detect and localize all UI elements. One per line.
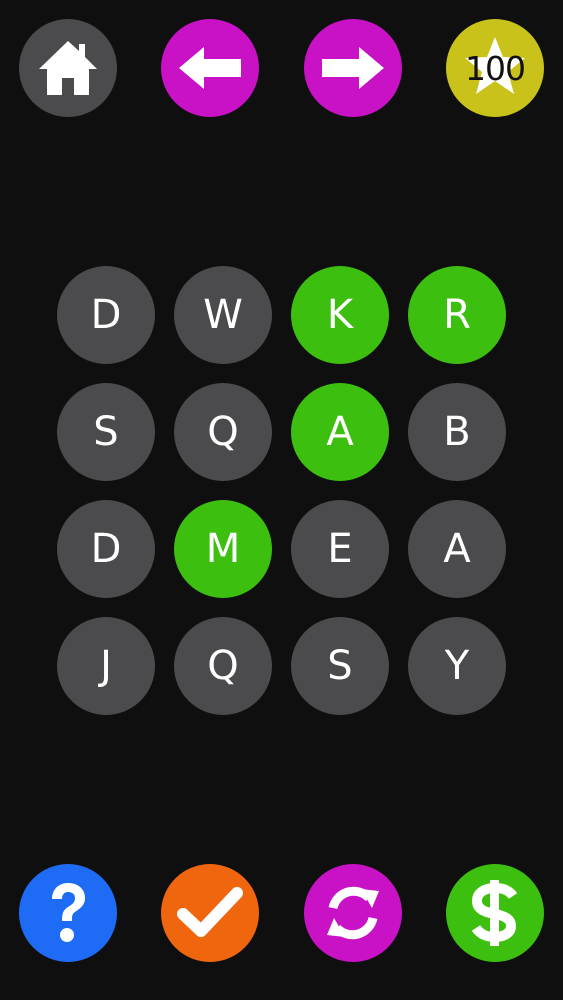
shuffle-button[interactable]	[304, 864, 402, 962]
letter-tile[interactable]: Q	[174, 383, 272, 481]
arrow-right-icon	[320, 45, 386, 91]
letter-tile[interactable]: S	[291, 617, 389, 715]
letter-tile[interactable]: D	[57, 266, 155, 364]
letter-tile[interactable]: Q	[174, 617, 272, 715]
letter-tile[interactable]: S	[57, 383, 155, 481]
question-mark-icon	[46, 881, 90, 945]
letter-grid: DWKRSQABDMEAJQSY	[57, 266, 507, 716]
refresh-icon	[321, 881, 385, 945]
home-button[interactable]	[19, 19, 117, 117]
home-icon	[36, 38, 100, 98]
letter-tile[interactable]: R	[408, 266, 506, 364]
letter-tile[interactable]: A	[291, 383, 389, 481]
shop-button[interactable]	[446, 864, 544, 962]
coin-count: 100	[465, 48, 526, 88]
letter-tile[interactable]: Y	[408, 617, 506, 715]
letter-tile[interactable]: W	[174, 266, 272, 364]
letter-tile[interactable]: A	[408, 500, 506, 598]
letter-tile[interactable]: M	[174, 500, 272, 598]
letter-tile[interactable]: B	[408, 383, 506, 481]
forward-button[interactable]	[304, 19, 402, 117]
submit-button[interactable]	[161, 864, 259, 962]
letter-tile[interactable]: J	[57, 617, 155, 715]
letter-tile[interactable]: E	[291, 500, 389, 598]
checkmark-icon	[177, 886, 243, 940]
dollar-icon	[469, 878, 521, 948]
arrow-left-icon	[177, 45, 243, 91]
coin-badge: 100	[446, 19, 544, 117]
letter-tile[interactable]: K	[291, 266, 389, 364]
help-button[interactable]	[19, 864, 117, 962]
letter-tile[interactable]: D	[57, 500, 155, 598]
back-button[interactable]	[161, 19, 259, 117]
